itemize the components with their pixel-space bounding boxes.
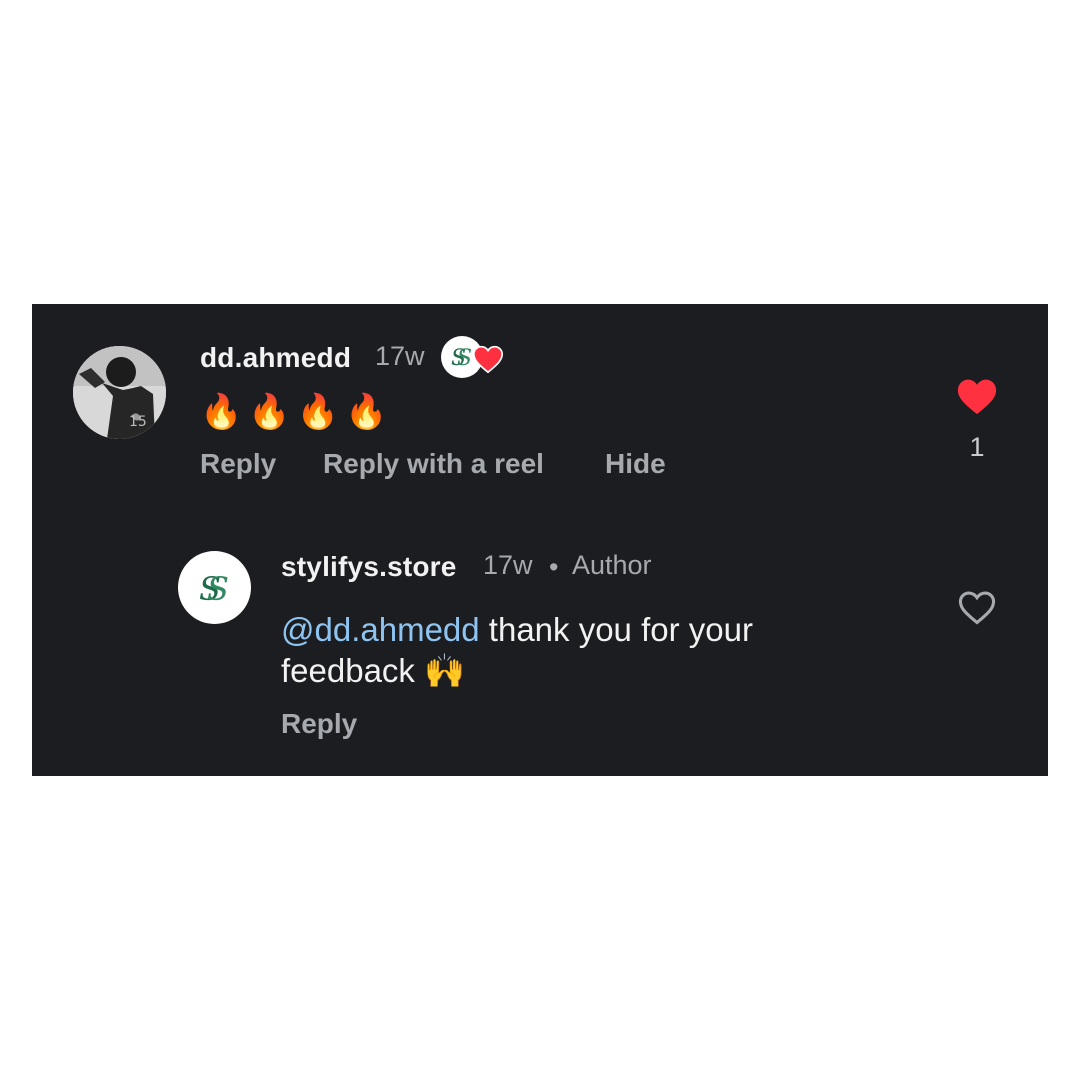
reply-button[interactable]: Reply (200, 448, 276, 480)
s-monogram-logo-icon: S S (199, 570, 229, 608)
reply-to-reply-button[interactable]: Reply (281, 708, 357, 740)
like-button[interactable] (950, 376, 1004, 421)
reply-text-line2: feedback 🙌 (281, 652, 466, 689)
mention-link[interactable]: @dd.ahmedd (281, 611, 480, 648)
svg-text:15: 15 (129, 414, 147, 430)
avatar-dd-ahmedd[interactable]: 15 (73, 346, 166, 439)
hide-button[interactable]: Hide (605, 448, 666, 480)
comment-text: 🔥🔥🔥🔥 (200, 392, 394, 432)
separator-dot: • (549, 552, 559, 582)
svg-text:S: S (457, 346, 472, 371)
reply-text-line1: thank you for your (479, 611, 753, 648)
reply-like-button[interactable] (950, 588, 1004, 631)
comment-time: 17w (375, 341, 425, 371)
creator-liked-badge: S S (441, 336, 505, 380)
heart-filled-icon (957, 379, 997, 415)
reply-time: 17w (483, 550, 533, 580)
author-badge: Author (572, 550, 652, 580)
profile-photo-icon: 15 (73, 346, 166, 439)
reply-username[interactable]: stylifys.store (281, 551, 457, 583)
avatar-stylifys-store[interactable]: S S (178, 551, 251, 624)
comments-panel: 15 dd.ahmedd 17w S S 🔥🔥🔥🔥 Reply Reply wi… (32, 304, 1048, 776)
heart-outline-icon (958, 591, 996, 625)
reply-with-reel-button[interactable]: Reply with a reel (323, 448, 544, 480)
comment-username[interactable]: dd.ahmedd (200, 342, 351, 374)
reply-text: @dd.ahmedd thank you for your feedback 🙌 (281, 609, 881, 691)
heart-filled-icon (472, 345, 504, 374)
like-count: 1 (969, 432, 985, 462)
svg-text:S: S (207, 570, 229, 608)
